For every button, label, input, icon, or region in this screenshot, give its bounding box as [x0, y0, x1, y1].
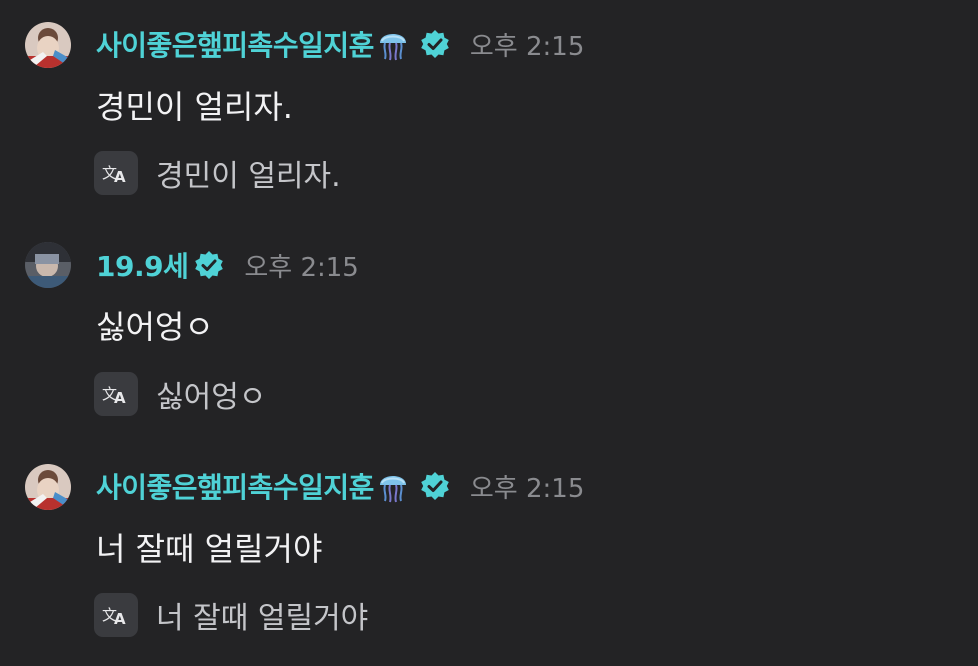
- jellyfish-icon: [378, 469, 408, 503]
- svg-text:A: A: [114, 168, 126, 185]
- translate-icon: 文 A: [102, 164, 126, 185]
- translate-button[interactable]: 文 A: [94, 372, 138, 416]
- translation-text: 싫어엉ㅇ: [156, 380, 267, 415]
- username[interactable]: 사이좋은햎피촉수일지훈: [96, 24, 374, 64]
- message-text: 너 잘때 얼릴거야: [96, 530, 323, 568]
- message-text: 싫어엉ㅇ: [96, 308, 214, 346]
- timestamp: 오후 2:15: [469, 473, 585, 504]
- translate-icon: 文 A: [102, 385, 126, 406]
- message-header: 19.9세 오후 2:15: [96, 243, 359, 287]
- translation-row: 文 A 너 잘때 얼릴거야: [94, 593, 368, 637]
- translate-button[interactable]: 文 A: [94, 151, 138, 195]
- translation-text: 너 잘때 얼릴거야: [156, 601, 369, 636]
- verified-badge-icon: [420, 471, 450, 501]
- avatar[interactable]: [25, 464, 71, 510]
- translation-text: 경민이 얼리자.: [156, 159, 341, 194]
- timestamp: 오후 2:15: [469, 31, 585, 62]
- translation-row: 文 A 싫어엉ㅇ: [94, 372, 266, 416]
- translation-row: 文 A 경민이 얼리자.: [94, 151, 341, 195]
- timestamp: 오후 2:15: [244, 252, 359, 283]
- message-text: 경민이 얼리자.: [96, 88, 293, 126]
- verified-badge-icon: [420, 29, 450, 59]
- translate-button[interactable]: 文 A: [94, 593, 138, 637]
- avatar[interactable]: [25, 22, 71, 68]
- verified-badge-icon: [194, 250, 224, 280]
- username[interactable]: 사이좋은햎피촉수일지훈: [96, 466, 374, 506]
- svg-text:A: A: [114, 610, 126, 627]
- chat-view: 사이좋은햎피촉수일지훈 오후 2:15 경민이 얼리자. 文 A 경민이 얼리자…: [0, 0, 978, 666]
- username[interactable]: 19.9세: [96, 245, 189, 285]
- jellyfish-icon: [378, 27, 408, 61]
- svg-text:A: A: [114, 389, 126, 406]
- avatar[interactable]: [25, 242, 71, 288]
- message-header: 사이좋은햎피촉수일지훈 오후 2:15: [96, 464, 584, 508]
- translate-icon: 文 A: [102, 606, 126, 627]
- message-header: 사이좋은햎피촉수일지훈 오후 2:15: [96, 22, 584, 66]
